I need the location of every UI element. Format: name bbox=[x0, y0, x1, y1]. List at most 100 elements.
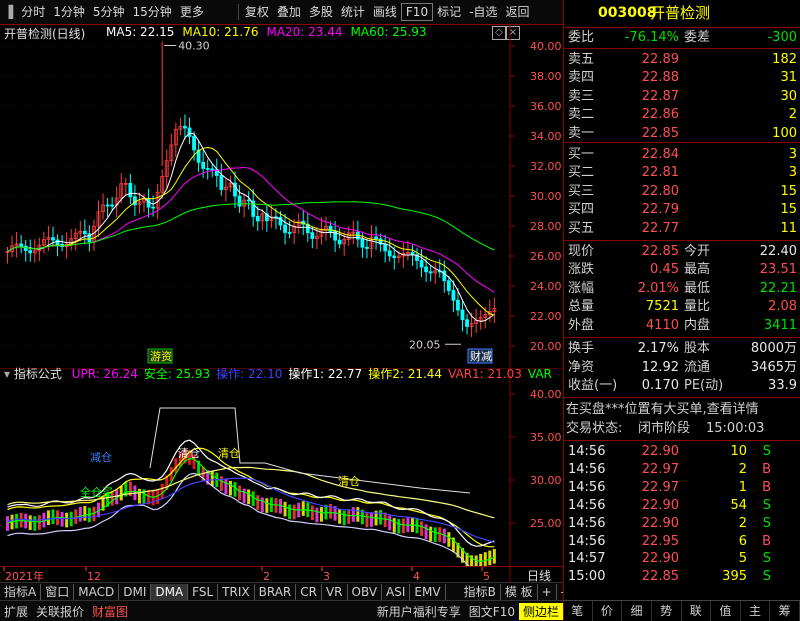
indicator-chart[interactable]: 40.00 35.00 30.00 25.00 减仓 清仓 清仓 清仓 全仓买 ▾ 指标公式 U… bbox=[0, 367, 563, 566]
indicator-tab[interactable]: ASI bbox=[382, 584, 411, 600]
quote-view-button[interactable]: 笔 bbox=[563, 601, 593, 621]
toolbar-separator bbox=[237, 4, 239, 20]
y-tick-label: 36.00 bbox=[530, 100, 562, 113]
kline-chart[interactable]: 开普检测(日线) MA5: 22.15 MA10: 21.76 MA20: 23.4… bbox=[0, 24, 563, 368]
buy-level-row: 买二 22.81 3 bbox=[568, 165, 797, 181]
big-order-notice[interactable]: 在买盘***位置有大买单,查看详情 bbox=[564, 401, 800, 419]
quote-view-button[interactable]: 主 bbox=[741, 601, 771, 621]
indicator-signal-label: 减仓 bbox=[90, 450, 112, 464]
stock-code: 003008 bbox=[598, 5, 657, 21]
bottom-tab[interactable]: 财富图 bbox=[88, 603, 132, 620]
y-tick-label: 38.00 bbox=[530, 70, 562, 83]
indicator-param: 操作1: 22.77 bbox=[288, 367, 363, 381]
ind-y-tick-label: 35.00 bbox=[530, 431, 562, 444]
indicator-tab[interactable]: DMI bbox=[119, 584, 152, 600]
sell-level-row: 卖四 22.88 31 bbox=[568, 70, 797, 86]
toolbar-item[interactable]: 多股 bbox=[305, 0, 337, 24]
quote-view-button[interactable]: 细 bbox=[622, 601, 652, 621]
buy-level-row: 买五 22.77 11 bbox=[568, 220, 797, 236]
indicator-plot: 40.0035.0030.0025.00减仓 清仓 清仓清仓全仓买 bbox=[0, 368, 563, 566]
indicator-tab[interactable]: VR bbox=[322, 584, 348, 600]
toolbar-item[interactable]: 画线 bbox=[369, 0, 401, 24]
indicator-tab[interactable]: TRIX bbox=[218, 584, 255, 600]
tick-row: 14:56 22.90 2 S bbox=[568, 515, 771, 531]
indicator-tab[interactable]: 指标B bbox=[460, 584, 501, 600]
y-tick-label: 22.00 bbox=[530, 310, 562, 323]
indicator-tab[interactable]: OBV bbox=[348, 584, 383, 600]
tag-caijian[interactable]: 财减 bbox=[467, 348, 493, 364]
webi-row: 委比 -76.14% 委差 -300 bbox=[568, 30, 797, 45]
indicator-tab[interactable]: 模 板 bbox=[501, 584, 538, 600]
quote-stat-row: 总量 7521 量比 2.08 bbox=[568, 299, 797, 315]
indicator-signal-label: 全仓买 bbox=[80, 485, 113, 499]
time-axis: 2021年 12 2 3 4 5 日线 bbox=[0, 566, 563, 583]
tag-youzi[interactable]: 游资 bbox=[147, 348, 173, 364]
indicator-tab[interactable]: EMV bbox=[410, 584, 446, 600]
bottom-tab[interactable]: 扩展 bbox=[0, 603, 32, 620]
indicator-title: 指标公式 bbox=[13, 367, 62, 381]
quote-view-button[interactable]: 筹 bbox=[770, 601, 800, 621]
toolbar-menu-icon[interactable]: ▐ bbox=[0, 0, 17, 24]
quote-stat-row: 涨跌 0.45 最高 23.51 bbox=[568, 262, 797, 278]
quote-view-button[interactable]: 势 bbox=[652, 601, 682, 621]
indicator-tab[interactable]: 窗口 bbox=[41, 584, 75, 600]
bottom-link[interactable]: 侧边栏 bbox=[518, 602, 563, 620]
stock-header: 003008 开普检测 bbox=[564, 4, 800, 24]
sell-level-row: 卖二 22.86 2 bbox=[568, 107, 797, 123]
sell-level-row: 卖一 22.85 100 bbox=[568, 125, 797, 141]
quote-view-button[interactable]: 价 bbox=[593, 601, 623, 621]
svg-text:财减: 财减 bbox=[470, 349, 492, 363]
tick-row: 14:56 22.97 2 B bbox=[568, 461, 771, 477]
y-tick-label: 32.00 bbox=[530, 160, 562, 173]
indicator-tab[interactable]: 指标A bbox=[0, 584, 42, 600]
indicator-tab[interactable]: BRAR bbox=[255, 584, 297, 600]
bottom-tab[interactable]: 关联报价 bbox=[32, 603, 88, 620]
toolbar-item[interactable]: 复权 bbox=[241, 0, 273, 24]
indicator-tab[interactable]: + bbox=[538, 584, 557, 600]
tick-row: 15:00 22.85 395 S bbox=[568, 569, 771, 585]
tick-row: 14:56 22.97 1 B bbox=[568, 479, 771, 495]
low-price-label: 20.05 bbox=[409, 338, 441, 351]
toolbar-item[interactable]: 统计 bbox=[337, 0, 369, 24]
indicator-tab[interactable]: FSL bbox=[188, 584, 219, 600]
toolbar-item[interactable]: 更多 bbox=[176, 0, 208, 24]
trade-status: 交易状态: 闭市阶段 15:00:03 bbox=[566, 421, 765, 436]
indicator-param: VAR1: 21.03 bbox=[448, 367, 522, 381]
quote-stat-row: 净资 12.92 流通 3465万 bbox=[568, 359, 797, 375]
indicator-tab[interactable]: CR bbox=[296, 584, 322, 600]
quote-stat-row: 换手 2.17% 股本 8000万 bbox=[568, 341, 797, 356]
indicator-tab[interactable]: MACD bbox=[74, 584, 120, 600]
bottom-bar: 扩展 关联报价 财富图 新用户福利专享 图文F10 侧边栏 bbox=[0, 600, 563, 621]
toolbar-item[interactable]: F10 bbox=[400, 3, 434, 21]
buy-level-row: 买四 22.79 15 bbox=[568, 202, 797, 218]
toolbar-item[interactable]: 标记 bbox=[433, 0, 465, 24]
tick-row: 14:56 22.90 54 S bbox=[568, 497, 771, 513]
stock-name: 开普检测 bbox=[650, 4, 711, 22]
quote-view-button[interactable]: 联 bbox=[682, 601, 712, 621]
buy-level-row: 买一 22.84 3 bbox=[568, 147, 797, 162]
svg-text:游资: 游资 bbox=[150, 350, 172, 363]
toolbar-item[interactable]: 1分钟 bbox=[49, 0, 89, 24]
toolbar-item[interactable]: 分时 bbox=[17, 0, 49, 24]
indicator-tab[interactable]: DMA bbox=[151, 584, 189, 600]
toolbar-item[interactable]: 15分钟 bbox=[129, 0, 176, 24]
high-price-label: 40.30 bbox=[178, 40, 210, 53]
period-label[interactable]: 日线 bbox=[527, 569, 551, 583]
y-tick-label: 26.00 bbox=[530, 250, 562, 263]
y-tick-label: 30.00 bbox=[530, 190, 562, 203]
toolbar-item[interactable]: -自选 bbox=[465, 0, 501, 24]
quote-stat-row: 收益(一) 0.170 PE(动) 33.9 bbox=[568, 378, 797, 394]
quote-view-button[interactable]: 值 bbox=[711, 601, 741, 621]
toolbar-item[interactable]: 5分钟 bbox=[89, 0, 129, 24]
toolbar-item[interactable]: 叠加 bbox=[273, 0, 305, 24]
ind-y-tick-label: 25.00 bbox=[530, 517, 562, 530]
indicator-menu-icon[interactable]: ▾ bbox=[4, 367, 10, 381]
bottom-link[interactable]: 新用户福利专享 bbox=[373, 603, 465, 620]
indicator-param: 操作2: 21.44 bbox=[368, 367, 443, 381]
toolbar-item[interactable]: 返回 bbox=[501, 0, 533, 24]
y-tick-label: 28.00 bbox=[530, 220, 562, 233]
indicator-param: UPR: 26.24 bbox=[71, 367, 138, 381]
bottom-link[interactable]: 图文F10 bbox=[465, 603, 519, 620]
quote-stat-row: 现价 22.85 今开 22.40 bbox=[568, 244, 797, 259]
indicator-signal-label: 清仓 bbox=[178, 446, 200, 460]
